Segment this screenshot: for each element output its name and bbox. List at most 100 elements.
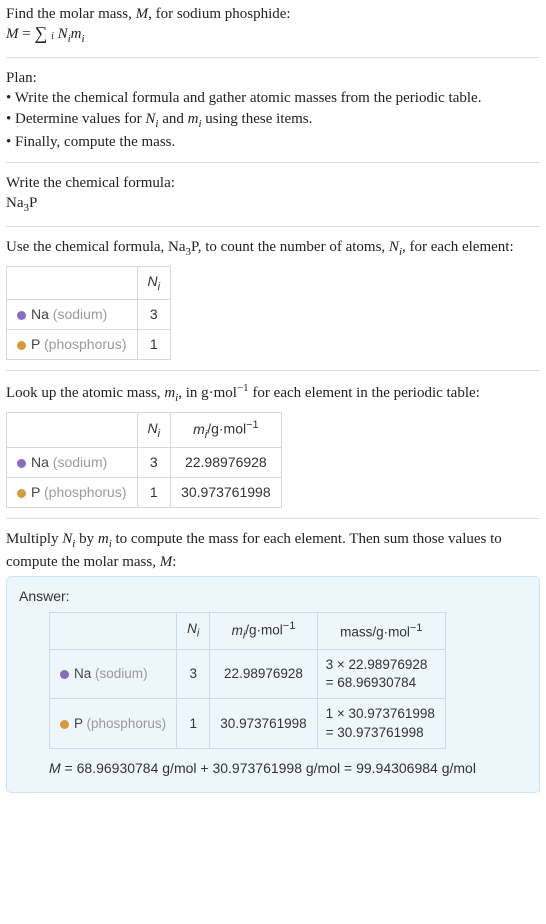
plan-bullet-2: • Determine values for Ni and mi using t… xyxy=(6,109,540,132)
atomic-mass: 22.98976928 xyxy=(210,650,317,699)
mass-calc: 1 × 30.973761998 = 30.973761998 xyxy=(317,699,445,748)
element-cell: P (phosphorus) xyxy=(7,478,138,508)
element-symbol: P xyxy=(31,336,40,352)
element-dot-icon xyxy=(17,489,26,498)
col-Ni: Ni xyxy=(137,266,171,300)
mass-calc-line2: = 68.96930784 xyxy=(326,675,416,690)
col-mass: mass/g·mol−1 xyxy=(317,613,445,650)
unit-sup: −1 xyxy=(246,419,259,431)
element-cell: Na (sodium) xyxy=(50,650,177,699)
divider xyxy=(6,370,540,371)
sigma-icon: ∑ i xyxy=(34,24,53,45)
lookup-mass-section: Look up the atomic mass, mi, in g·mol−1 … xyxy=(6,381,540,508)
multiply-section: Multiply Ni by mi to compute the mass fo… xyxy=(6,529,540,793)
table-row: Na (sodium) 3 22.98976928 3 × 22.9897692… xyxy=(50,650,446,699)
write-formula-text: Write the chemical formula: xyxy=(6,173,540,193)
divider xyxy=(6,162,540,163)
element-symbol: Na xyxy=(31,306,49,322)
atom-count: 1 xyxy=(137,330,171,360)
mass-calc-line1: 1 × 30.973761998 xyxy=(326,706,435,721)
divider xyxy=(6,226,540,227)
count-a: Use the chemical formula, Na xyxy=(6,239,186,255)
table-row: P (phosphorus) 1 xyxy=(7,330,171,360)
count-c: , for each element: xyxy=(402,239,514,255)
element-cell: P (phosphorus) xyxy=(50,699,177,748)
mult-d: : xyxy=(172,554,176,570)
element-name: sodium xyxy=(57,454,102,470)
intro-text-1: Find the molar mass, xyxy=(6,6,136,22)
table-row: P (phosphorus) 1 30.973761998 xyxy=(7,478,282,508)
mass-calc-line1: 3 × 22.98976928 xyxy=(326,657,428,672)
mult-b: by xyxy=(75,531,98,547)
atom-count: 3 xyxy=(137,448,171,478)
molar-mass-equation: M = ∑ i Nimi xyxy=(6,24,540,47)
element-symbol: P xyxy=(74,716,83,731)
sigma-subscript: i xyxy=(51,31,54,42)
count-atoms-section: Use the chemical formula, Na 3 P, to count… xyxy=(6,237,540,360)
final-result: M = 68.96930784 g/mol + 30.973761998 g/m… xyxy=(49,759,527,778)
final-var: M xyxy=(49,760,61,776)
mass-calc: 3 × 22.98976928 = 68.96930784 xyxy=(317,650,445,699)
element-name: phosphorus xyxy=(49,336,122,352)
plan-bullet-1: • Write the chemical formula and gather … xyxy=(6,88,540,108)
atomic-mass: 30.973761998 xyxy=(210,699,317,748)
atomic-mass: 22.98976928 xyxy=(171,448,282,478)
var-M: M xyxy=(160,554,173,570)
table-row: Na (sodium) 3 xyxy=(7,300,171,330)
element-name: phosphorus xyxy=(49,484,122,500)
intro-section: Find the molar mass, M , for sodium phosp… xyxy=(6,4,540,47)
divider xyxy=(6,57,540,58)
unit-sup: −1 xyxy=(283,620,296,632)
col-mi: mi/g·mol−1 xyxy=(210,613,317,650)
col-mi: mi/g·mol−1 xyxy=(171,412,282,447)
table-row: P (phosphorus) 1 30.973761998 1 × 30.973… xyxy=(50,699,446,748)
table-header-row: Ni xyxy=(7,266,171,300)
count-atoms-text: Use the chemical formula, Na3P, to count… xyxy=(6,237,540,260)
intro-text-2: , for sodium phosphide: xyxy=(148,6,291,22)
element-name: sodium xyxy=(57,306,102,322)
element-cell: Na (sodium) xyxy=(7,448,138,478)
element-dot-icon xyxy=(60,720,69,729)
var-Ni: Ni xyxy=(62,531,75,547)
eq-rhs: Nimi xyxy=(58,26,85,42)
atom-count-table: Ni Na (sodium) 3 P (phosphorus) 1 xyxy=(6,266,171,360)
final-value: = 68.96930784 g/mol + 30.973761998 g/mol… xyxy=(61,760,476,776)
element-dot-icon xyxy=(60,670,69,679)
var-mi: mi xyxy=(98,531,112,547)
mass-calc-line2: = 30.973761998 xyxy=(326,725,424,740)
count-b: P, to count the number of atoms, xyxy=(191,239,389,255)
lookup-a: Look up the atomic mass, xyxy=(6,385,164,401)
element-symbol: P xyxy=(31,484,40,500)
element-name: phosphorus xyxy=(91,716,162,731)
plan-b2-c: using these items. xyxy=(202,111,313,127)
lookup-c: for each element in the periodic table: xyxy=(249,385,480,401)
plan-bullet-3: • Finally, compute the mass. xyxy=(6,132,540,152)
var-Ni: Ni xyxy=(389,239,402,255)
atom-count: 1 xyxy=(137,478,171,508)
multiply-text: Multiply Ni by mi to compute the mass fo… xyxy=(6,529,540,572)
table-header-row: Ni mi/g·mol−1 xyxy=(7,412,282,447)
lookup-b: , in g·mol xyxy=(178,385,237,401)
eq-lhs: M xyxy=(6,26,19,42)
element-dot-icon xyxy=(17,311,26,320)
answer-box: Answer: Ni mi/g·mol−1 mass/g·mol−1 Na (s… xyxy=(6,576,540,793)
write-formula-section: Write the chemical formula: Na3P xyxy=(6,173,540,216)
element-dot-icon xyxy=(17,459,26,468)
intro-line: Find the molar mass, M, for sodium phosp… xyxy=(6,4,540,24)
element-symbol: Na xyxy=(31,454,49,470)
atom-count: 3 xyxy=(177,650,210,699)
divider xyxy=(6,518,540,519)
answer-table: Ni mi/g·mol−1 mass/g·mol−1 Na (sodium) 3… xyxy=(49,612,446,749)
mult-a: Multiply xyxy=(6,531,62,547)
plan-section: Plan: • Write the chemical formula and g… xyxy=(6,68,540,152)
element-dot-icon xyxy=(17,341,26,350)
lookup-text: Look up the atomic mass, mi, in g·mol−1 … xyxy=(6,381,540,406)
unit-sup: −1 xyxy=(410,622,423,634)
atomic-mass: 30.973761998 xyxy=(171,478,282,508)
atomic-mass-table: Ni mi/g·mol−1 Na (sodium) 3 22.98976928 … xyxy=(6,412,282,508)
element-cell: Na (sodium) xyxy=(7,300,138,330)
var-mi: mi xyxy=(188,111,202,127)
atom-count: 3 xyxy=(137,300,171,330)
var-mi: mi xyxy=(164,385,178,401)
table-row: Na (sodium) 3 22.98976928 xyxy=(7,448,282,478)
